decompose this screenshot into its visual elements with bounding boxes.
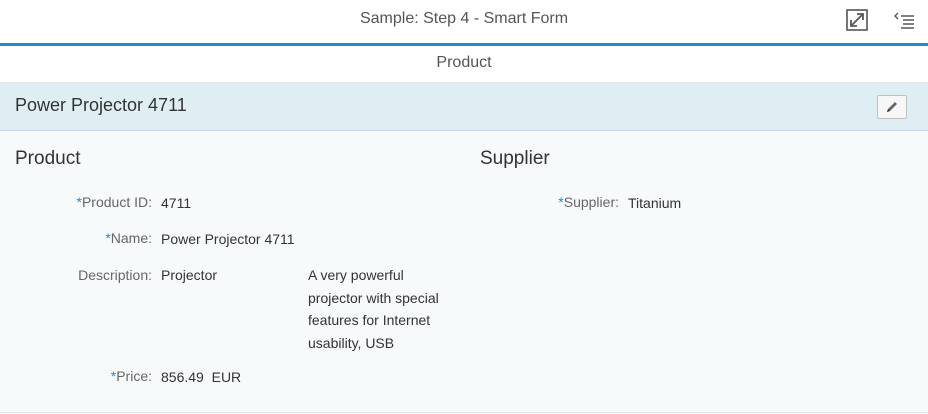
price-amount: 856.49 [161, 369, 204, 385]
fullscreen-icon[interactable] [846, 9, 868, 31]
description-value: Projector [161, 267, 218, 283]
form-toolbar: Power Projector 4711 [0, 83, 928, 131]
product-id-value: 4711 [161, 195, 192, 211]
description-long-text: A very powerful projector with special f… [308, 267, 439, 351]
supplier-value: Titanium [628, 195, 682, 211]
menu-list-icon[interactable] [894, 9, 916, 31]
product-group-title: Product [15, 148, 81, 169]
price-currency: EUR [211, 369, 242, 385]
product-id-label: *Product ID: [76, 194, 152, 210]
form-title: Power Projector 4711 [15, 95, 187, 115]
name-value: Power Projector 4711 [161, 231, 295, 247]
edit-button[interactable] [877, 95, 907, 119]
supplier-group-title: Supplier [480, 148, 550, 169]
page-subheader: Product [0, 46, 928, 83]
app-title: Sample: Step 4 - Smart Form [359, 10, 569, 27]
supplier-label: *Supplier: [558, 194, 619, 210]
price-value: 856.49 EUR [161, 369, 241, 385]
divider [0, 412, 928, 413]
description-label: Description: [78, 267, 152, 283]
price-label: *Price: [110, 368, 152, 384]
pencil-icon [887, 102, 897, 112]
name-label: *Name: [105, 230, 152, 246]
shell-header: Sample: Step 4 - Smart Form [0, 0, 928, 46]
